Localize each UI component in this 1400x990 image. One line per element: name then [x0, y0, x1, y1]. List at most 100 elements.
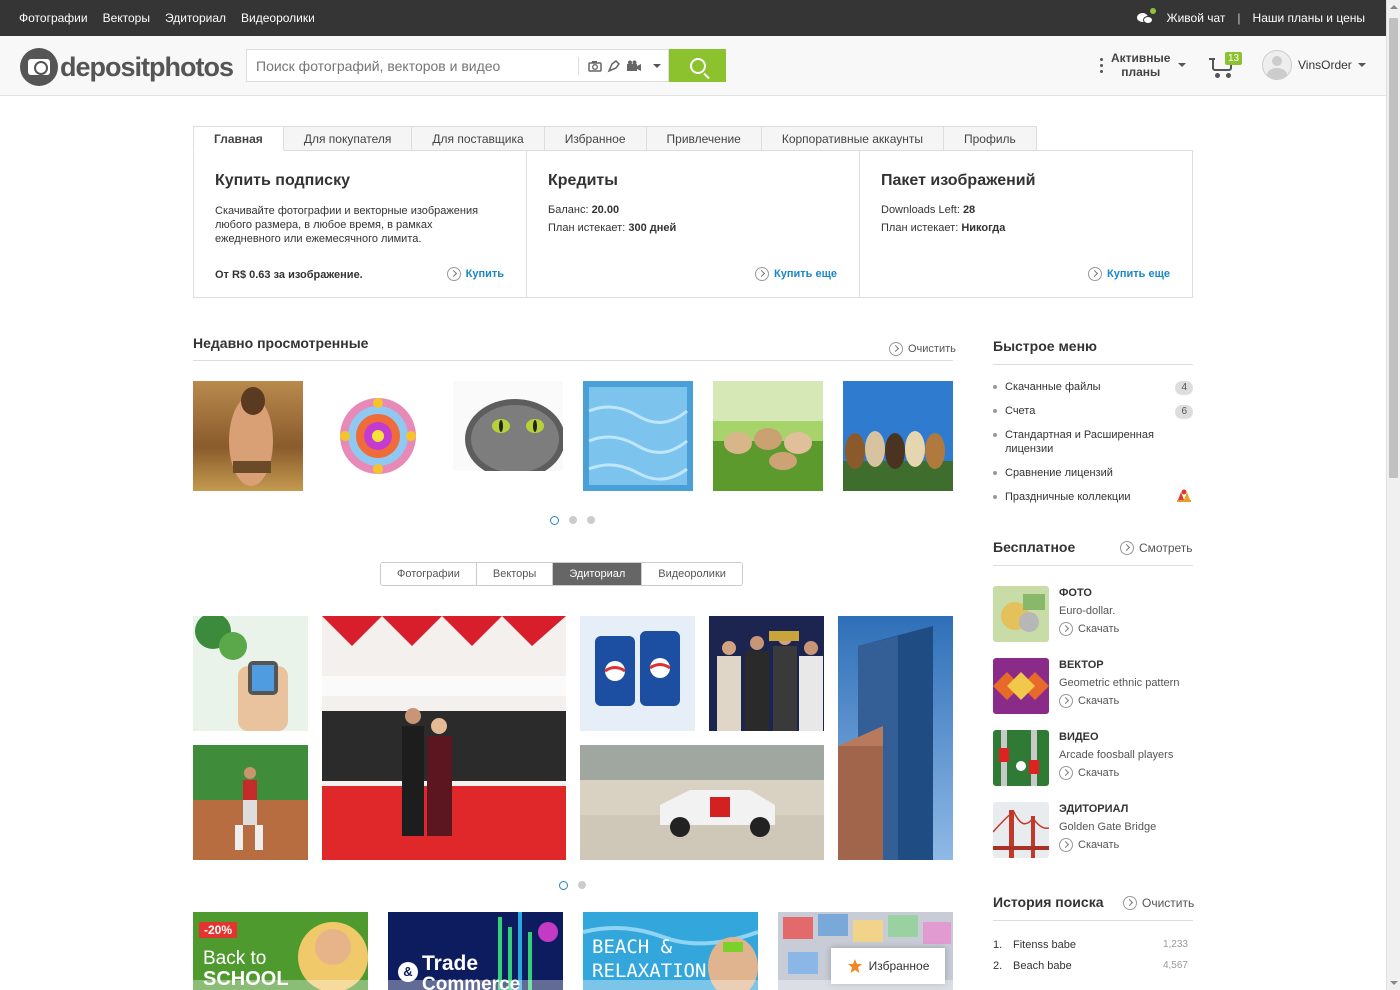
cart-button[interactable]: 13	[1209, 52, 1243, 82]
search-input[interactable]	[247, 50, 577, 81]
clear-label: Очистить	[908, 343, 956, 355]
recent-title: Недавно просмотренные	[193, 335, 369, 351]
free-download-button[interactable]: Скачать	[1059, 838, 1119, 852]
credits-card: Кредиты Баланс: 20.00 План истекает: 300…	[527, 151, 860, 297]
tab-referral[interactable]: Привлечение	[646, 126, 762, 151]
top-nav-vectors[interactable]: Векторы	[103, 11, 150, 25]
top-nav-editorial[interactable]: Эдиториал	[165, 11, 226, 25]
media-type-filter: Фотографии Векторы Эдиториал Видеоролики	[380, 562, 743, 586]
trade-commerce-banner[interactable]: & Trade Commerce	[388, 912, 563, 990]
recent-thumb[interactable]	[323, 381, 433, 491]
tab-buyer[interactable]: Для покупателя	[283, 126, 413, 151]
free-thumb[interactable]	[993, 658, 1049, 714]
free-download-button[interactable]: Скачать	[1059, 694, 1119, 708]
plans-link[interactable]: Наши планы и цены	[1253, 11, 1365, 25]
filter-editorial[interactable]: Эдиториал	[553, 563, 643, 585]
buy-more-pack-button[interactable]: Купить еще	[1088, 267, 1170, 281]
arrow-circle-icon	[1088, 267, 1103, 281]
editorial-tile[interactable]	[193, 616, 308, 731]
count-badge: 4	[1175, 381, 1193, 395]
user-menu[interactable]: VinsOrder	[1262, 50, 1366, 80]
logo-camera-icon	[20, 48, 58, 86]
back-to-school-banner[interactable]: -20% Back to SCHOOL	[193, 912, 368, 990]
image-pack-title: Пакет изображений	[881, 172, 1036, 189]
buy-more-credits-button[interactable]: Купить еще	[755, 267, 837, 281]
video-camera-icon[interactable]	[626, 60, 642, 72]
subscription-title: Купить подписку	[215, 172, 350, 189]
carousel-dot[interactable]	[587, 516, 595, 524]
downloads-left: Downloads Left: 28	[881, 204, 976, 216]
banner-subtitle: RELAXATION	[592, 960, 707, 982]
carousel-dot[interactable]	[550, 516, 559, 525]
buy-more-label: Купить еще	[1107, 268, 1170, 280]
carousel-dot[interactable]	[569, 516, 577, 524]
quick-menu-licenses[interactable]: Стандартная и Расширенная лицензии	[993, 428, 1193, 456]
beach-relaxation-banner[interactable]: BEACH & RELAXATION	[583, 912, 758, 990]
arrow-circle-icon	[755, 267, 770, 281]
tab-contributor[interactable]: Для поставщика	[412, 126, 545, 151]
history-clear-button[interactable]: Очистить	[1123, 896, 1194, 910]
camera-icon[interactable]	[588, 60, 602, 72]
editorial-tile[interactable]	[838, 616, 953, 860]
logo-text: depositphotos	[60, 51, 234, 82]
filter-photos[interactable]: Фотографии	[381, 563, 477, 585]
active-plans-label: Активные планы	[1111, 51, 1171, 79]
recent-thumb[interactable]	[453, 381, 563, 491]
editorial-tile[interactable]	[580, 745, 824, 860]
free-thumb[interactable]	[993, 802, 1049, 858]
history-item[interactable]: 2. Beach babe 4,567	[993, 960, 1188, 972]
editorial-tile[interactable]	[322, 616, 566, 860]
pen-tool-icon[interactable]	[607, 59, 621, 73]
recent-thumb[interactable]	[583, 381, 693, 491]
editorial-tile[interactable]	[193, 745, 308, 860]
filter-vectors[interactable]: Векторы	[476, 563, 554, 585]
editorial-tile[interactable]	[580, 616, 695, 731]
carousel-dot[interactable]	[578, 881, 586, 889]
top-nav-videos[interactable]: Видеоролики	[241, 11, 315, 25]
banner-title: Back to	[203, 948, 267, 969]
recent-thumb[interactable]	[713, 381, 823, 491]
editorial-tile[interactable]	[709, 616, 824, 731]
pack-expires: План истекает: Никогда	[881, 222, 1006, 234]
star-icon	[847, 959, 862, 973]
free-thumb[interactable]	[993, 586, 1049, 642]
live-chat-icon[interactable]	[1136, 8, 1156, 25]
quick-menu-downloads[interactable]: Скачанные файлы 4	[993, 380, 1193, 395]
quick-menu-compare-licenses[interactable]: Сравнение лицензий	[993, 466, 1193, 480]
tab-profile[interactable]: Профиль	[943, 126, 1037, 151]
free-download-button[interactable]: Скачать	[1059, 766, 1119, 780]
free-title: Бесплатное	[993, 539, 1076, 555]
recent-thumb[interactable]	[843, 381, 953, 491]
free-download-button[interactable]: Скачать	[1059, 622, 1119, 636]
tab-corporate[interactable]: Корпоративные аккаунты	[761, 126, 944, 151]
page-scrollbar[interactable]	[1386, 0, 1400, 990]
logo[interactable]: depositphotos	[20, 48, 234, 86]
top-nav-photos[interactable]: Фотографии	[19, 11, 88, 25]
credits-title: Кредиты	[548, 172, 618, 189]
divider	[993, 920, 1193, 921]
recent-thumb[interactable]	[193, 381, 303, 491]
free-view-button[interactable]: Смотреть	[1120, 541, 1193, 555]
top-right-links: Живой чат | Наши планы и цены	[1136, 8, 1365, 25]
tab-favorites[interactable]: Избранное	[544, 126, 647, 151]
carousel-dot[interactable]	[559, 881, 568, 890]
buy-subscription-button[interactable]: Купить	[446, 267, 504, 281]
quick-menu-invoices[interactable]: Счета 6	[993, 404, 1193, 419]
active-plans-menu[interactable]: Активные планы	[1100, 51, 1187, 79]
recent-clear-button[interactable]: Очистить	[889, 342, 956, 356]
avatar	[1262, 50, 1292, 80]
tab-home[interactable]: Главная	[193, 126, 284, 151]
image-pack-card: Пакет изображений Downloads Left: 28 Пла…	[860, 151, 1192, 297]
search-button[interactable]	[669, 49, 726, 82]
scroll-up-icon	[1390, 5, 1398, 9]
arrow-circle-icon	[446, 267, 461, 281]
history-item[interactable]: 1. Fitenss babe 1,233	[993, 939, 1188, 951]
live-chat-link[interactable]: Живой чат	[1167, 11, 1226, 25]
search-type-dropdown-icon[interactable]	[653, 64, 661, 68]
scrollbar-thumb[interactable]	[1389, 18, 1398, 478]
filter-videos[interactable]: Видеоролики	[642, 563, 742, 585]
favorites-button[interactable]: Избранное	[831, 948, 945, 984]
divider	[193, 360, 953, 361]
quick-menu-holiday-collections[interactable]: Праздничные коллекции	[993, 489, 1193, 504]
free-thumb[interactable]	[993, 730, 1049, 786]
